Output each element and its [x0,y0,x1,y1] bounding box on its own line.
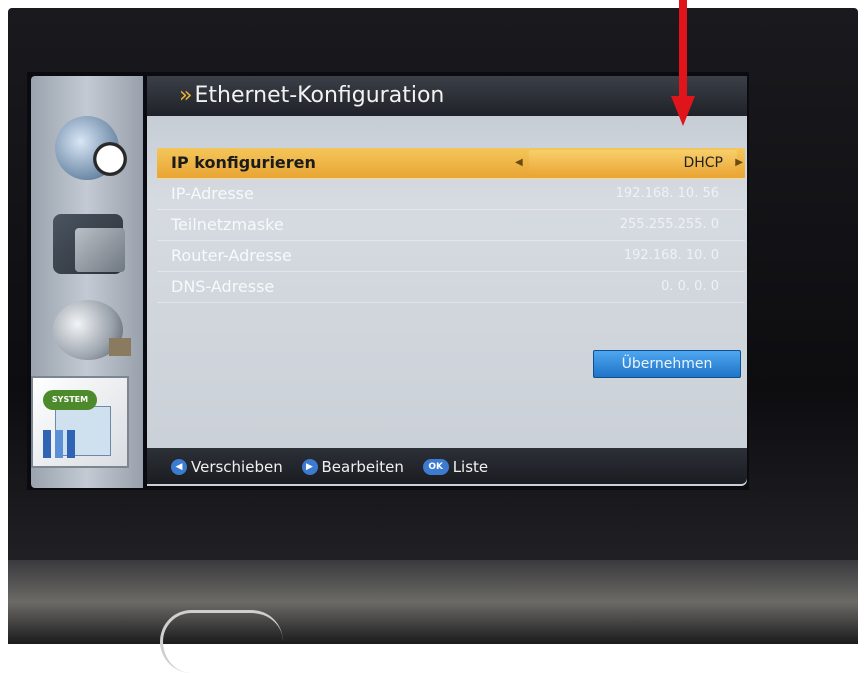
system-badge: SYSTEM [43,390,97,410]
right-key-icon: ▶ [301,458,318,475]
ok-key-icon: OK [422,458,449,475]
chevron-left-icon[interactable]: ◀ [515,148,523,178]
setting-label: Teilnetzmaske [171,215,284,234]
cable [160,610,283,673]
edit-hint: Bearbeiten [321,457,404,476]
apply-button[interactable]: Übernehmen [593,350,741,378]
setting-row-dns-address[interactable]: DNS-Adresse 0. 0. 0. 0 [157,272,745,303]
key-hint-bar: ◀ Verschieben ▶ Bearbeiten OK Liste [147,448,747,484]
setting-row-subnet-mask[interactable]: Teilnetzmaske 255.255.255. 0 [157,210,745,241]
setting-value: 192.168. 10. 56 [615,186,719,201]
chart-icon [43,430,83,458]
setting-row-ip-config[interactable]: IP konfigurieren ◀ DHCP ▶ [157,148,745,179]
title-chevron-icon: » [179,83,193,108]
setting-value: 192.168. 10. 0 [623,248,719,263]
menu-icon-column: SYSTEM [31,76,143,488]
annotation-arrow-shaft [679,0,687,98]
list-hint: Liste [452,457,489,476]
house-icon [109,338,131,356]
tv-stand [8,560,858,644]
setting-label: IP konfigurieren [171,153,316,172]
setting-value: 255.255.255. 0 [619,217,719,232]
setting-value: DHCP [683,155,723,171]
settings-panel: »Ethernet-Konfiguration IP konfigurieren… [147,76,747,486]
setting-label: Router-Adresse [171,246,292,265]
page-title: »Ethernet-Konfiguration [147,76,747,116]
setting-row-ip-address[interactable]: IP-Adresse 192.168. 10. 56 [157,179,745,210]
annotation-arrow-head-icon [671,96,695,126]
setting-row-router-address[interactable]: Router-Adresse 192.168. 10. 0 [157,241,745,272]
setting-value: 0. 0. 0. 0 [661,279,719,294]
setting-label: DNS-Adresse [171,277,275,296]
tv-screen: SYSTEM »Ethernet-Konfiguration IP konfig… [27,72,749,490]
clock-icon [93,142,127,176]
left-key-icon: ◀ [171,458,187,475]
setting-label: IP-Adresse [171,184,254,203]
system-settings-icon[interactable]: SYSTEM [31,376,129,468]
settings-list: IP konfigurieren ◀ DHCP ▶ IP-Adresse 192… [157,148,745,303]
page-title-text: Ethernet-Konfiguration [194,83,445,108]
move-hint: Verschieben [191,457,283,476]
chevron-right-icon[interactable]: ▶ [735,148,743,178]
folder-icon[interactable] [53,214,125,274]
